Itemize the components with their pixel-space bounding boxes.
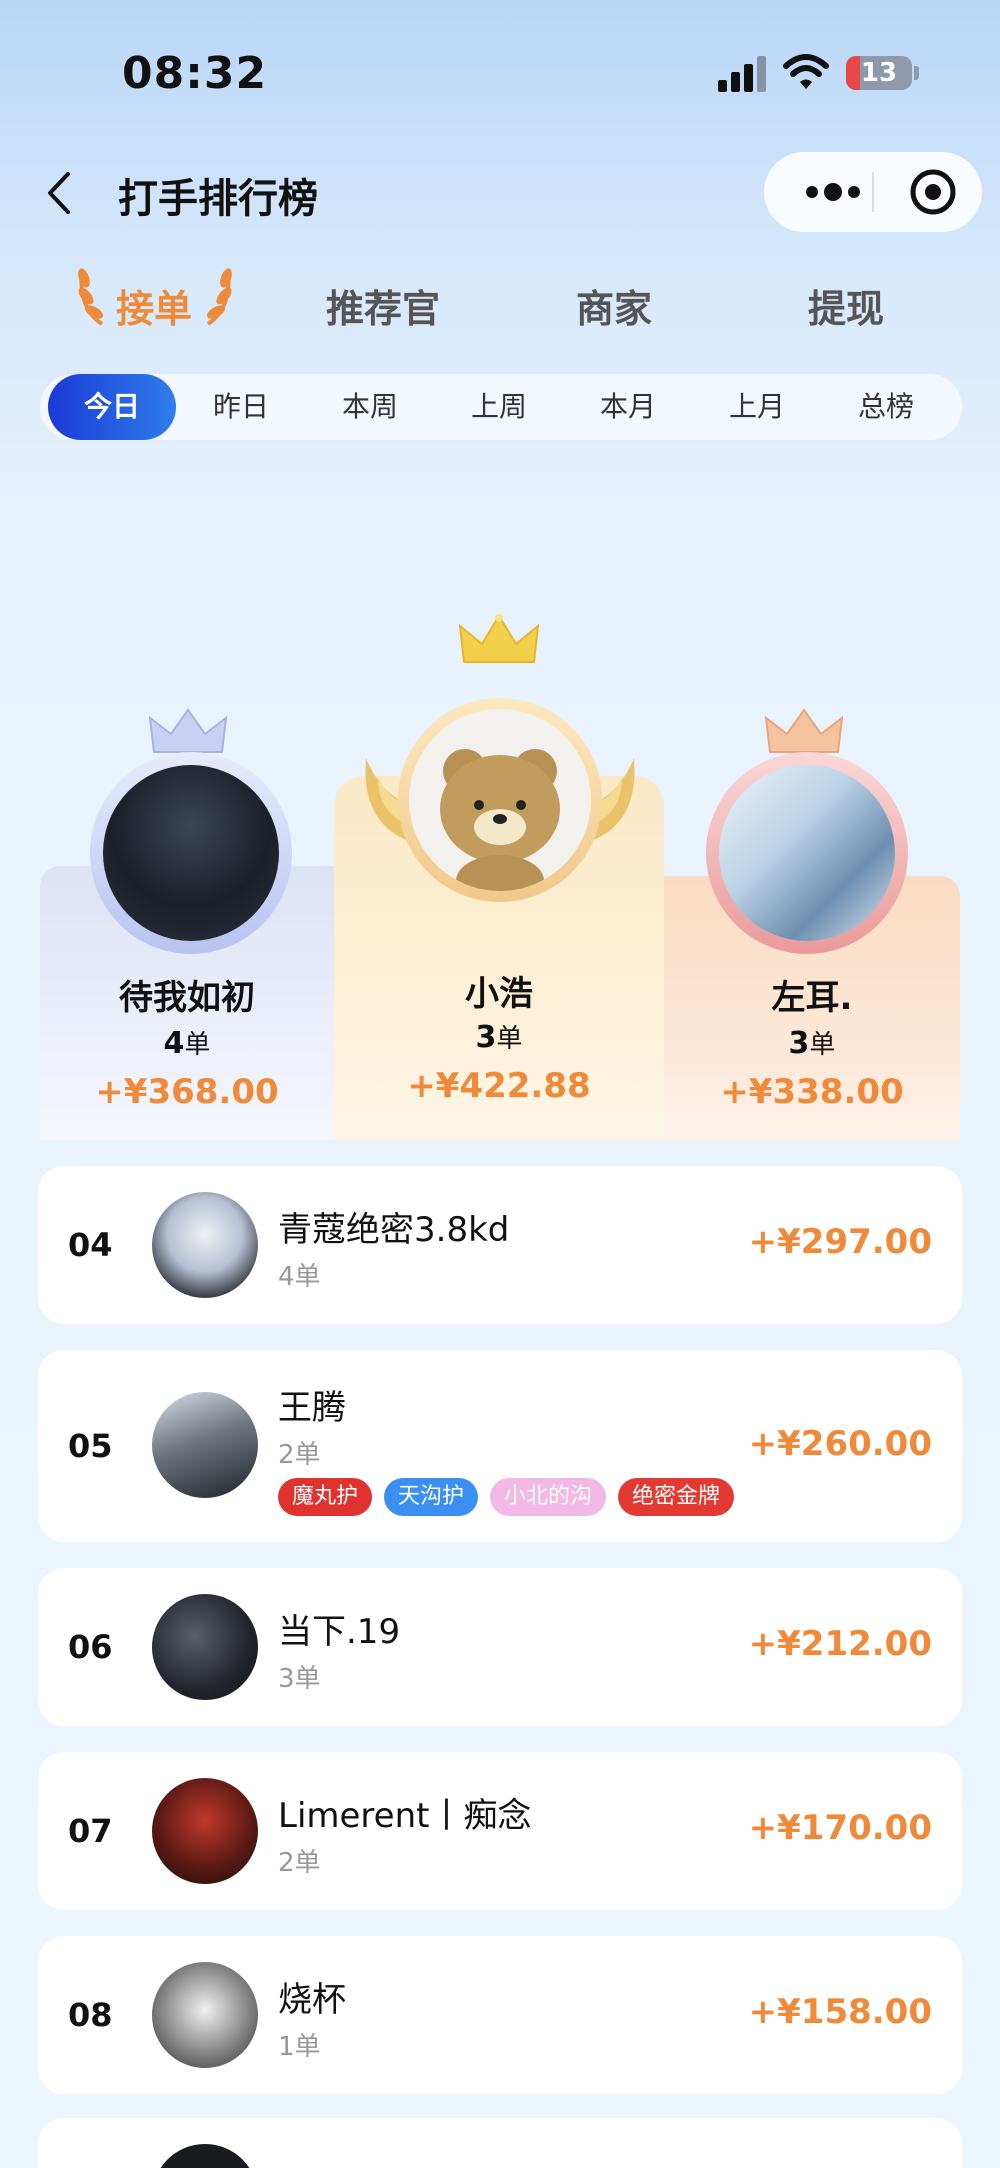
period-all-time[interactable]: 总榜 <box>822 374 950 440</box>
tab-merchant[interactable]: 商家 <box>576 278 652 333</box>
list-item[interactable]: 08 烧杯 1单 +¥158.00 <box>38 1936 962 2094</box>
close-target-icon[interactable] <box>902 152 964 232</box>
player-name: 王腾 <box>278 1388 346 1428</box>
list-item[interactable]: 05 王腾 2单 魔丸护 天沟护 小北的沟 绝密金牌 +¥260.00 <box>38 1350 962 1542</box>
avatar <box>152 1962 258 2068</box>
avatar <box>152 2144 258 2168</box>
avatar <box>152 1392 258 1498</box>
period-last-month[interactable]: 上月 <box>693 374 821 440</box>
tab-orders[interactable]: 接单 <box>116 278 192 333</box>
period-filter: 今日 昨日 本周 上周 本月 上月 总榜 <box>40 374 962 440</box>
player-name: Limerent丨痴念 <box>278 1796 532 1836</box>
player-name: 当下.19 <box>278 1612 401 1652</box>
list-item[interactable]: 04 青蔻绝密3.8kd 4单 +¥297.00 <box>38 1166 962 1324</box>
list-item[interactable]: 07 Limerent丨痴念 2单 +¥170.00 <box>38 1752 962 1910</box>
third-name: 左耳. <box>771 978 853 1018</box>
badge-list: 魔丸护 天沟护 小北的沟 绝密金牌 <box>278 1478 735 1516</box>
rank-number: 08 <box>68 1996 113 2034</box>
avatar <box>152 1192 258 1298</box>
back-icon[interactable] <box>40 168 80 218</box>
rank-number: 04 <box>68 1226 113 1264</box>
first-avatar[interactable] <box>409 709 591 891</box>
earnings-amount: +¥260.00 <box>748 1424 932 1464</box>
battery-tip <box>914 66 919 80</box>
earnings-amount: +¥212.00 <box>748 1624 932 1664</box>
order-count: 2单 <box>278 1848 321 1878</box>
period-last-week[interactable]: 上周 <box>435 374 563 440</box>
wifi-icon <box>783 54 829 89</box>
earnings-amount: +¥170.00 <box>748 1808 932 1848</box>
tab-withdraw[interactable]: 提现 <box>808 278 884 333</box>
avatar <box>152 1594 258 1700</box>
second-orders: 4单 <box>163 1026 211 1061</box>
earnings-amount: +¥158.00 <box>748 1992 932 2032</box>
laurel-right-icon <box>206 268 232 326</box>
earnings-amount: +¥297.00 <box>748 1222 932 1262</box>
battery-icon: 13 <box>846 56 912 90</box>
more-icon[interactable] <box>794 152 872 232</box>
badge: 天沟护 <box>384 1478 479 1516</box>
list-item[interactable]: 06 当下.19 3单 +¥212.00 <box>38 1568 962 1726</box>
player-name: 烧杯 <box>278 1980 346 2020</box>
third-amount: +¥338.00 <box>720 1072 904 1112</box>
list-item[interactable] <box>38 2118 962 2168</box>
third-avatar[interactable] <box>719 765 895 941</box>
mini-program-capsule <box>764 152 982 232</box>
second-amount: +¥368.00 <box>95 1072 279 1112</box>
first-avatar-ring <box>398 698 602 902</box>
order-count: 3单 <box>278 1664 321 1694</box>
badge: 小北的沟 <box>490 1478 607 1516</box>
gold-crown-icon <box>458 614 540 663</box>
period-this-week[interactable]: 本周 <box>306 374 434 440</box>
first-orders: 3单 <box>475 1020 523 1055</box>
player-name: 青蔻绝密3.8kd <box>278 1210 510 1250</box>
third-orders: 3单 <box>788 1026 836 1061</box>
order-count: 2单 <box>278 1440 321 1470</box>
period-this-month[interactable]: 本月 <box>564 374 692 440</box>
bear-illustration <box>440 749 560 891</box>
avatar <box>152 1778 258 1884</box>
laurel-left-icon <box>78 268 104 326</box>
rank-number: 06 <box>68 1628 113 1666</box>
first-name: 小浩 <box>465 974 533 1014</box>
period-today[interactable]: 今日 <box>48 374 176 440</box>
page-title: 打手排行榜 <box>118 176 318 222</box>
badge: 魔丸护 <box>278 1478 373 1516</box>
silver-crown-icon <box>148 708 228 753</box>
battery-level: 13 <box>860 58 898 88</box>
period-yesterday[interactable]: 昨日 <box>177 374 305 440</box>
bronze-crown-icon <box>764 708 844 753</box>
tab-referrer[interactable]: 推荐官 <box>326 278 440 333</box>
third-avatar-ring <box>706 752 908 954</box>
second-avatar-ring <box>90 752 292 954</box>
rank-number: 05 <box>68 1427 113 1465</box>
badge: 绝密金牌 <box>618 1478 735 1516</box>
first-amount: +¥422.88 <box>407 1066 591 1106</box>
second-avatar[interactable] <box>103 765 279 941</box>
capsule-divider <box>872 172 874 212</box>
signal-icon <box>718 56 768 92</box>
second-name: 待我如初 <box>119 978 255 1018</box>
order-count: 4单 <box>278 1262 321 1292</box>
status-time: 08:32 <box>122 48 268 99</box>
order-count: 1单 <box>278 2032 321 2062</box>
rank-number: 07 <box>68 1812 113 1850</box>
